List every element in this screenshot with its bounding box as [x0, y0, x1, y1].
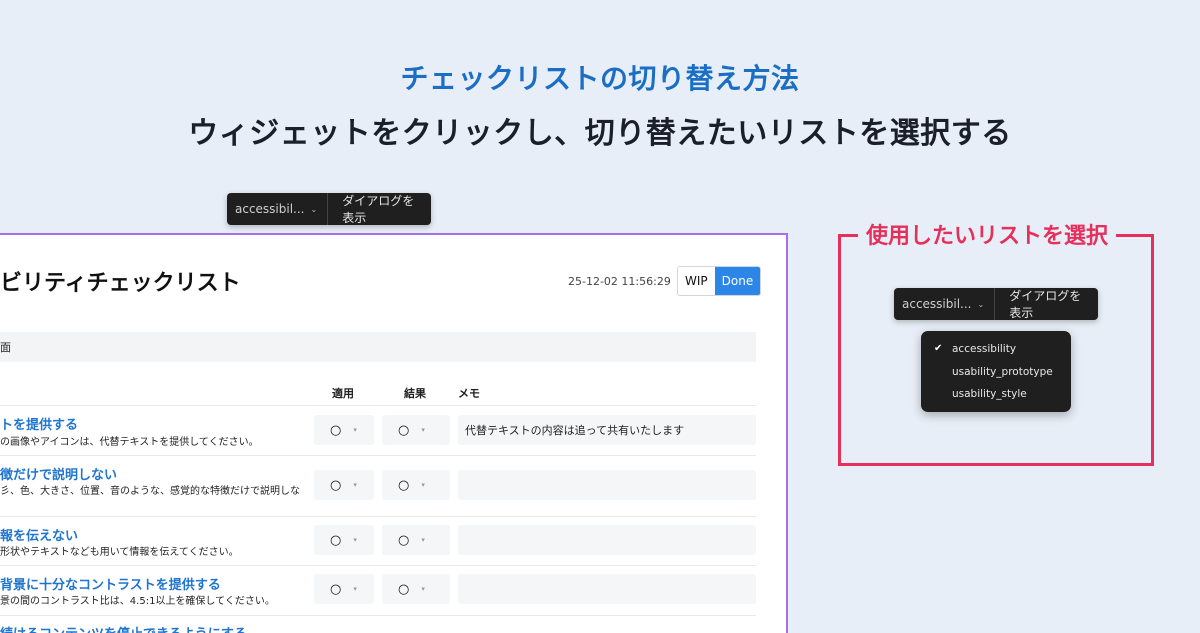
table-row: トを提供する の画像やアイコンは、代替テキストを提供してください。 ○ ▾ ○ ▾ …: [0, 405, 756, 455]
wip-button[interactable]: WIP: [678, 267, 715, 295]
chevron-down-icon: ▾: [353, 585, 357, 593]
chevron-down-icon: ⌄: [977, 299, 985, 309]
apply-select[interactable]: ○ ▾: [314, 574, 374, 604]
chevron-down-icon: ▾: [421, 426, 425, 434]
section-title: 面: [0, 341, 11, 354]
row-description: 形状やテキストなども用いて情報を伝えてください。: [0, 547, 239, 558]
apply-value: ○: [330, 581, 342, 597]
column-header-apply: 適用: [332, 387, 354, 400]
column-header-memo: メモ: [458, 387, 480, 400]
result-select[interactable]: ○ ▾: [382, 415, 450, 445]
checklist-select[interactable]: accessibil... ⌄: [227, 193, 329, 225]
checklist-select-value: accessibil...: [235, 202, 305, 216]
apply-select[interactable]: ○ ▾: [314, 415, 374, 445]
chevron-down-icon: ▾: [353, 426, 357, 434]
row-description: 景の間のコントラスト比は、4.5:1以上を確保してください。: [0, 596, 275, 607]
dropdown-option-usability-style[interactable]: usability_style: [952, 388, 1027, 400]
row-description: 彡、色、大きさ、位置、音のような、感覚的な特徴だけで説明しな: [0, 486, 300, 497]
apply-value: ○: [330, 532, 342, 548]
chevron-down-icon: ▾: [353, 536, 357, 544]
chevron-down-icon: ▾: [353, 481, 357, 489]
status-toggle: WIP Done: [677, 266, 762, 296]
chevron-down-icon: ▾: [421, 481, 425, 489]
row-title: 背景に十分なコントラストを提供する: [0, 578, 221, 593]
done-button[interactable]: Done: [714, 267, 761, 295]
result-value: ○: [398, 581, 410, 597]
table-row: 報を伝えない 形状やテキストなども用いて情報を伝えてください。 ○ ▾ ○ ▾: [0, 516, 756, 565]
memo-field[interactable]: [458, 525, 756, 555]
page-heading-title: チェックリストの切り替え方法: [400, 62, 800, 95]
table-row: 続けるコンテンツを停止できるようにする: [0, 615, 756, 633]
checklist-select-value: accessibil...: [902, 297, 972, 311]
page-heading-subtitle: ウィジェットをクリックし、切り替えたいリストを選択する: [188, 116, 1012, 151]
row-title: 徴だけで説明しない: [0, 468, 118, 483]
memo-field[interactable]: [458, 470, 756, 500]
result-value: ○: [398, 477, 410, 493]
section-header: 面: [0, 332, 756, 362]
checklist-panel: ビリティチェックリスト 25-12-02 11:56:29 WIP Done 面…: [0, 233, 788, 633]
result-select[interactable]: ○ ▾: [382, 574, 450, 604]
checklist-timestamp: 25-12-02 11:56:29: [568, 275, 671, 288]
memo-field[interactable]: [458, 574, 756, 604]
row-title: 報を伝えない: [0, 529, 79, 544]
dropdown-option-usability-prototype[interactable]: usability_prototype: [952, 366, 1053, 378]
result-select[interactable]: ○ ▾: [382, 525, 450, 555]
checklist-title: ビリティチェックリスト: [0, 271, 241, 296]
result-value: ○: [398, 532, 410, 548]
checklist-select[interactable]: accessibil... ⌄: [894, 288, 996, 320]
checklist-dropdown: ✔ accessibility usability_prototype usab…: [921, 331, 1071, 412]
show-dialog-button[interactable]: ダイアログを表示: [995, 288, 1098, 320]
check-icon: ✔: [934, 343, 943, 354]
apply-select[interactable]: ○ ▾: [314, 525, 374, 555]
checklist-widget-example: accessibil... ⌄ ダイアログを表示: [894, 288, 1098, 320]
row-description: の画像やアイコンは、代替テキストを提供してください。: [0, 437, 259, 448]
selection-label: 使用したいリストを選択: [858, 218, 1117, 250]
column-header-result: 結果: [404, 387, 426, 400]
row-title: トを提供する: [0, 418, 79, 433]
apply-value: ○: [330, 477, 342, 493]
row-title: 続けるコンテンツを停止できるようにする: [0, 623, 247, 633]
dropdown-option-accessibility[interactable]: accessibility: [952, 343, 1016, 355]
table-row: 背景に十分なコントラストを提供する 景の間のコントラスト比は、4.5:1以上を確…: [0, 565, 756, 615]
apply-select[interactable]: ○ ▾: [314, 470, 374, 500]
table-row: 徴だけで説明しない 彡、色、大きさ、位置、音のような、感覚的な特徴だけで説明しな…: [0, 455, 756, 516]
memo-field[interactable]: 代替テキストの内容は追って共有いたします: [458, 415, 756, 445]
chevron-down-icon: ⌄: [310, 204, 318, 214]
apply-value: ○: [330, 422, 342, 438]
result-select[interactable]: ○ ▾: [382, 470, 450, 500]
result-value: ○: [398, 422, 410, 438]
checklist-widget: accessibil... ⌄ ダイアログを表示: [227, 193, 431, 225]
show-dialog-button[interactable]: ダイアログを表示: [328, 193, 431, 225]
chevron-down-icon: ▾: [421, 536, 425, 544]
chevron-down-icon: ▾: [421, 585, 425, 593]
